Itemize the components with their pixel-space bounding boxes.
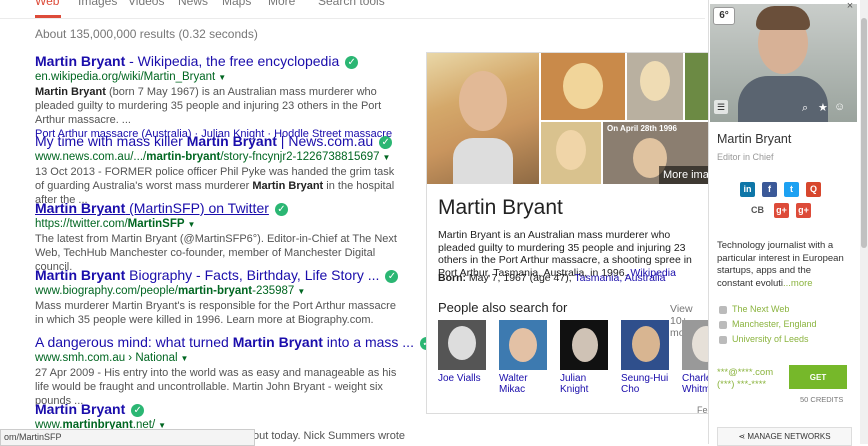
photo-thumb[interactable] (541, 122, 601, 184)
linkedin-icon[interactable]: in (740, 182, 755, 197)
browser-status-bar: om/MartinSFP (0, 429, 255, 446)
manage-networks-button[interactable]: ⋖ MANAGE NETWORKS (717, 427, 852, 446)
tab-maps[interactable]: Maps (222, 0, 251, 8)
caret-down-icon[interactable]: ▼ (218, 73, 226, 82)
search-result: Martin Bryant Biography - Facts, Birthda… (35, 267, 405, 327)
quora-icon[interactable]: Q (806, 182, 821, 197)
verified-check-icon: ✓ (379, 135, 393, 149)
result-title[interactable]: A dangerous mind: what turned Martin Bry… (35, 334, 433, 351)
search-result: My time with mass killer Martin Bryant |… (35, 133, 405, 207)
twitter-icon[interactable]: t (784, 182, 799, 197)
masked-contact: ***@****.com (***) ***-**** (717, 367, 787, 391)
phone-masked: (***) ***-**** (717, 379, 767, 390)
result-stats: About 135,000,000 results (0.32 seconds) (35, 27, 258, 41)
email-masked: ***@****.com (717, 367, 774, 378)
tab-more[interactable]: More (268, 0, 295, 8)
entity-name: Martin Bryant (438, 196, 563, 219)
profile-role: Editor in Chief (717, 152, 774, 162)
profile-school: University of Leeds (719, 334, 809, 344)
result-title[interactable]: Martin Bryant (MartinSFP) on Twitter ✓ (35, 200, 405, 217)
scrollbar[interactable] (860, 0, 868, 444)
caret-down-icon[interactable]: ▼ (297, 287, 305, 296)
profile-location: Manchester, England (719, 319, 817, 329)
close-icon[interactable]: × (840, 0, 860, 14)
person-photo (499, 320, 547, 370)
star-icon[interactable]: ★ (818, 101, 828, 114)
credits-count: 50 CREDITS (800, 395, 844, 404)
person-photo (621, 320, 669, 370)
result-url: www.smh.com.au › National ▼ (35, 352, 189, 364)
result-title[interactable]: My time with mass killer Martin Bryant |… (35, 133, 405, 150)
briefcase-icon (719, 305, 727, 314)
more-images-link[interactable]: More images (659, 166, 709, 184)
sixdegree-badge: 6° (713, 7, 735, 25)
result-url: www.news.com.au/.../martin-bryant/story-… (35, 151, 391, 163)
verified-check-icon: ✓ (131, 403, 145, 417)
search-result: A dangerous mind: what turned Martin Bry… (35, 334, 433, 408)
people-also-search-title: People also search for (438, 300, 568, 315)
result-url: en.wikipedia.org/wiki/Martin_Bryant ▼ (35, 71, 227, 83)
person-photo (682, 320, 709, 370)
verified-check-icon: ✓ (274, 202, 288, 216)
result-title[interactable]: Martin Bryant ✓ (35, 401, 405, 418)
contacts-icon[interactable]: ☰ (714, 100, 728, 114)
caret-down-icon[interactable]: ▼ (383, 153, 391, 162)
related-person[interactable]: Seung-Hui Cho (621, 320, 673, 395)
result-url: https://twitter.com/MartinSFP ▼ (35, 218, 196, 230)
entity-born: Born: May 7, 1967 (age 47), Tasmania, Au… (438, 272, 666, 284)
result-snippet: out today. Nick Summers wrote (253, 430, 406, 442)
tab-images[interactable]: Images (78, 0, 117, 8)
born-place-link[interactable]: Tasmania, Australia (574, 272, 665, 284)
photo-caption: On April 28th 1996 (607, 124, 677, 133)
related-person[interactable]: Julian Knight (560, 320, 612, 395)
get-contact-button[interactable]: GET CONTACT (789, 365, 847, 406)
result-snippet: Mass murderer Martin Bryant's is respons… (35, 300, 396, 326)
scrollbar-thumb[interactable] (861, 18, 867, 248)
result-title[interactable]: Martin Bryant Biography - Facts, Birthda… (35, 267, 405, 284)
tab-search-tools[interactable]: Search tools (318, 0, 385, 8)
location-pin-icon (719, 320, 727, 329)
profile-company: The Next Web (719, 304, 789, 314)
tab-videos[interactable]: Videos (128, 0, 164, 8)
tab-web[interactable]: Web (35, 0, 59, 8)
search-tabs: Web Images Videos News Maps More Search … (0, 0, 705, 19)
photo-thumb[interactable]: On April 28th 1996 More images (603, 122, 709, 184)
photo-thumb[interactable] (541, 53, 625, 120)
related-person[interactable]: Joe Vialls (438, 320, 490, 384)
photo-thumb[interactable] (685, 53, 709, 120)
knowledge-panel: On April 28th 1996 More images Martin Br… (426, 52, 710, 414)
search-result: Martin Bryant (MartinSFP) on Twitter ✓ ht… (35, 200, 405, 274)
photo-thumb[interactable] (627, 53, 683, 120)
verified-check-icon: ✓ (345, 55, 359, 69)
caret-down-icon[interactable]: ▼ (188, 220, 196, 229)
bio-more-link[interactable]: ...more (783, 278, 813, 289)
related-person[interactable]: Walter Mikac (499, 320, 551, 395)
caret-down-icon[interactable]: ▼ (181, 354, 189, 363)
main-photo[interactable] (427, 53, 539, 184)
facebook-icon[interactable]: f (762, 182, 777, 197)
result-snippet: Martin Bryant (born 7 May 1967) is an Au… (35, 86, 382, 126)
profile-name: Martin Bryant (717, 132, 792, 146)
profile-bio: Technology journalist with a particular … (717, 240, 844, 289)
crunchbase-icon[interactable]: CB (750, 203, 765, 218)
search-icon[interactable]: ⌕ (802, 102, 808, 115)
add-user-icon[interactable]: ☺ (834, 101, 845, 113)
result-url: www.biography.com/people/martin-bryant-2… (35, 285, 306, 297)
person-photo (560, 320, 608, 370)
verified-check-icon: ✓ (385, 269, 399, 283)
search-result: Martin Bryant - Wikipedia, the free ency… (35, 53, 405, 141)
google-plus-icon[interactable]: g+ (774, 203, 789, 218)
active-tab-underline (35, 15, 61, 18)
school-icon (719, 335, 727, 344)
result-title[interactable]: Martin Bryant - Wikipedia, the free ency… (35, 53, 405, 70)
google-plus-icon[interactable]: g+ (796, 203, 811, 218)
tab-news[interactable]: News (178, 0, 208, 8)
person-photo (438, 320, 486, 370)
related-person[interactable]: Charles Whitman (682, 320, 709, 395)
